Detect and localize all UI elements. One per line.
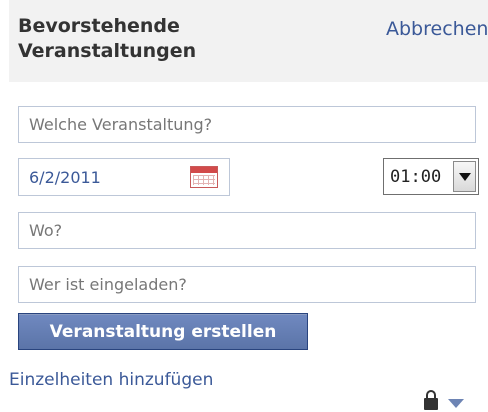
time-dropdown-button[interactable] [453, 161, 476, 192]
widget-header: Bevorstehende Veranstaltungen Abbrechen [9, 0, 488, 82]
guests-input[interactable]: Wer ist eingeladen? [18, 266, 476, 303]
lock-icon [424, 390, 438, 412]
header-title: Bevorstehende Veranstaltungen [18, 15, 197, 62]
privacy-selector[interactable] [424, 390, 470, 412]
calendar-header-bar [191, 167, 217, 173]
calendar-grid [193, 175, 215, 185]
cancel-link[interactable]: Abbrechen [386, 18, 488, 40]
create-event-widget: Bevorstehende Veranstaltungen Abbrechen … [0, 0, 488, 412]
time-select[interactable]: 01:00 [383, 158, 479, 195]
calendar-icon[interactable] [190, 166, 218, 188]
chevron-down-icon [458, 172, 471, 181]
add-details-link[interactable]: Einzelheiten hinzufügen [9, 370, 213, 390]
create-event-button[interactable]: Veranstaltung erstellen [18, 313, 308, 350]
lock-body [424, 398, 438, 410]
time-value: 01:00 [390, 166, 442, 187]
location-input[interactable]: Wo? [18, 212, 476, 249]
chevron-down-icon [448, 399, 464, 408]
event-name-input[interactable]: Welche Veranstaltung? [18, 106, 476, 143]
